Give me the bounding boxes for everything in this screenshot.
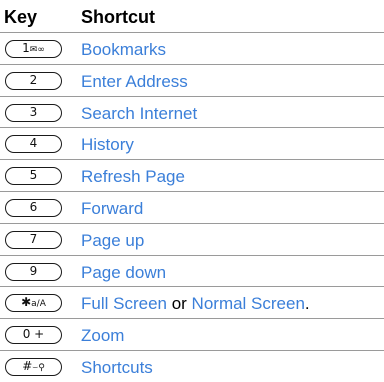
search-internet-link[interactable]: Search Internet bbox=[81, 103, 197, 125]
table-row: ✱a/A Full Screen or Normal Screen. bbox=[0, 286, 384, 318]
table-row: 7 Page up bbox=[0, 222, 384, 255]
key-star-icon: ✱a/A bbox=[5, 294, 62, 313]
shortcut-table: Key Shortcut 1✉∞ Bookmarks 2 Enter Addre… bbox=[0, 0, 384, 382]
key-4-icon: 4 bbox=[5, 135, 62, 154]
table-row: 6 Forward bbox=[0, 190, 384, 223]
history-link[interactable]: History bbox=[81, 134, 134, 156]
or-text: or bbox=[166, 294, 192, 314]
enter-address-link[interactable]: Enter Address bbox=[81, 71, 188, 93]
key-column-header: Key bbox=[4, 7, 38, 27]
key-1-icon: 1✉∞ bbox=[5, 40, 62, 58]
table-row: 0 + Zoom bbox=[0, 318, 384, 350]
table-row: #⌣⚲ Shortcuts bbox=[0, 349, 384, 382]
table-row: 4 History bbox=[0, 127, 384, 159]
table-row: 5 Refresh Page bbox=[0, 159, 384, 191]
key-5-icon: 5 bbox=[5, 167, 62, 186]
page-down-link[interactable]: Page down bbox=[81, 262, 166, 284]
bookmarks-link[interactable]: Bookmarks bbox=[81, 39, 166, 61]
refresh-page-link[interactable]: Refresh Page bbox=[81, 166, 185, 188]
normal-screen-link[interactable]: Normal Screen bbox=[192, 294, 305, 313]
screen-mode-shortcut: Full Screen or Normal Screen. bbox=[81, 293, 310, 315]
shortcuts-link[interactable]: Shortcuts bbox=[81, 357, 153, 379]
key-6-icon: 6 bbox=[5, 198, 62, 217]
table-row: 9 Page down bbox=[0, 254, 384, 287]
table-row: 1✉∞ Bookmarks bbox=[0, 32, 384, 64]
key-hash-icon: #⌣⚲ bbox=[5, 357, 62, 376]
table-row: 3 Search Internet bbox=[0, 95, 384, 128]
key-3-icon: 3 bbox=[5, 103, 62, 122]
forward-link[interactable]: Forward bbox=[81, 198, 143, 220]
page-up-link[interactable]: Page up bbox=[81, 230, 144, 252]
zoom-link[interactable]: Zoom bbox=[81, 325, 124, 347]
key-9-icon: 9 bbox=[5, 262, 62, 281]
full-screen-link[interactable]: Full Screen bbox=[81, 294, 167, 313]
table-header: Key Shortcut bbox=[0, 0, 384, 32]
period-text: . bbox=[304, 294, 310, 314]
table-row: 2 Enter Address bbox=[0, 63, 384, 96]
key-2-icon: 2 bbox=[5, 71, 62, 90]
shortcut-column-header: Shortcut bbox=[81, 7, 155, 27]
key-7-icon: 7 bbox=[5, 230, 62, 249]
key-0-icon: 0 + bbox=[5, 326, 62, 345]
